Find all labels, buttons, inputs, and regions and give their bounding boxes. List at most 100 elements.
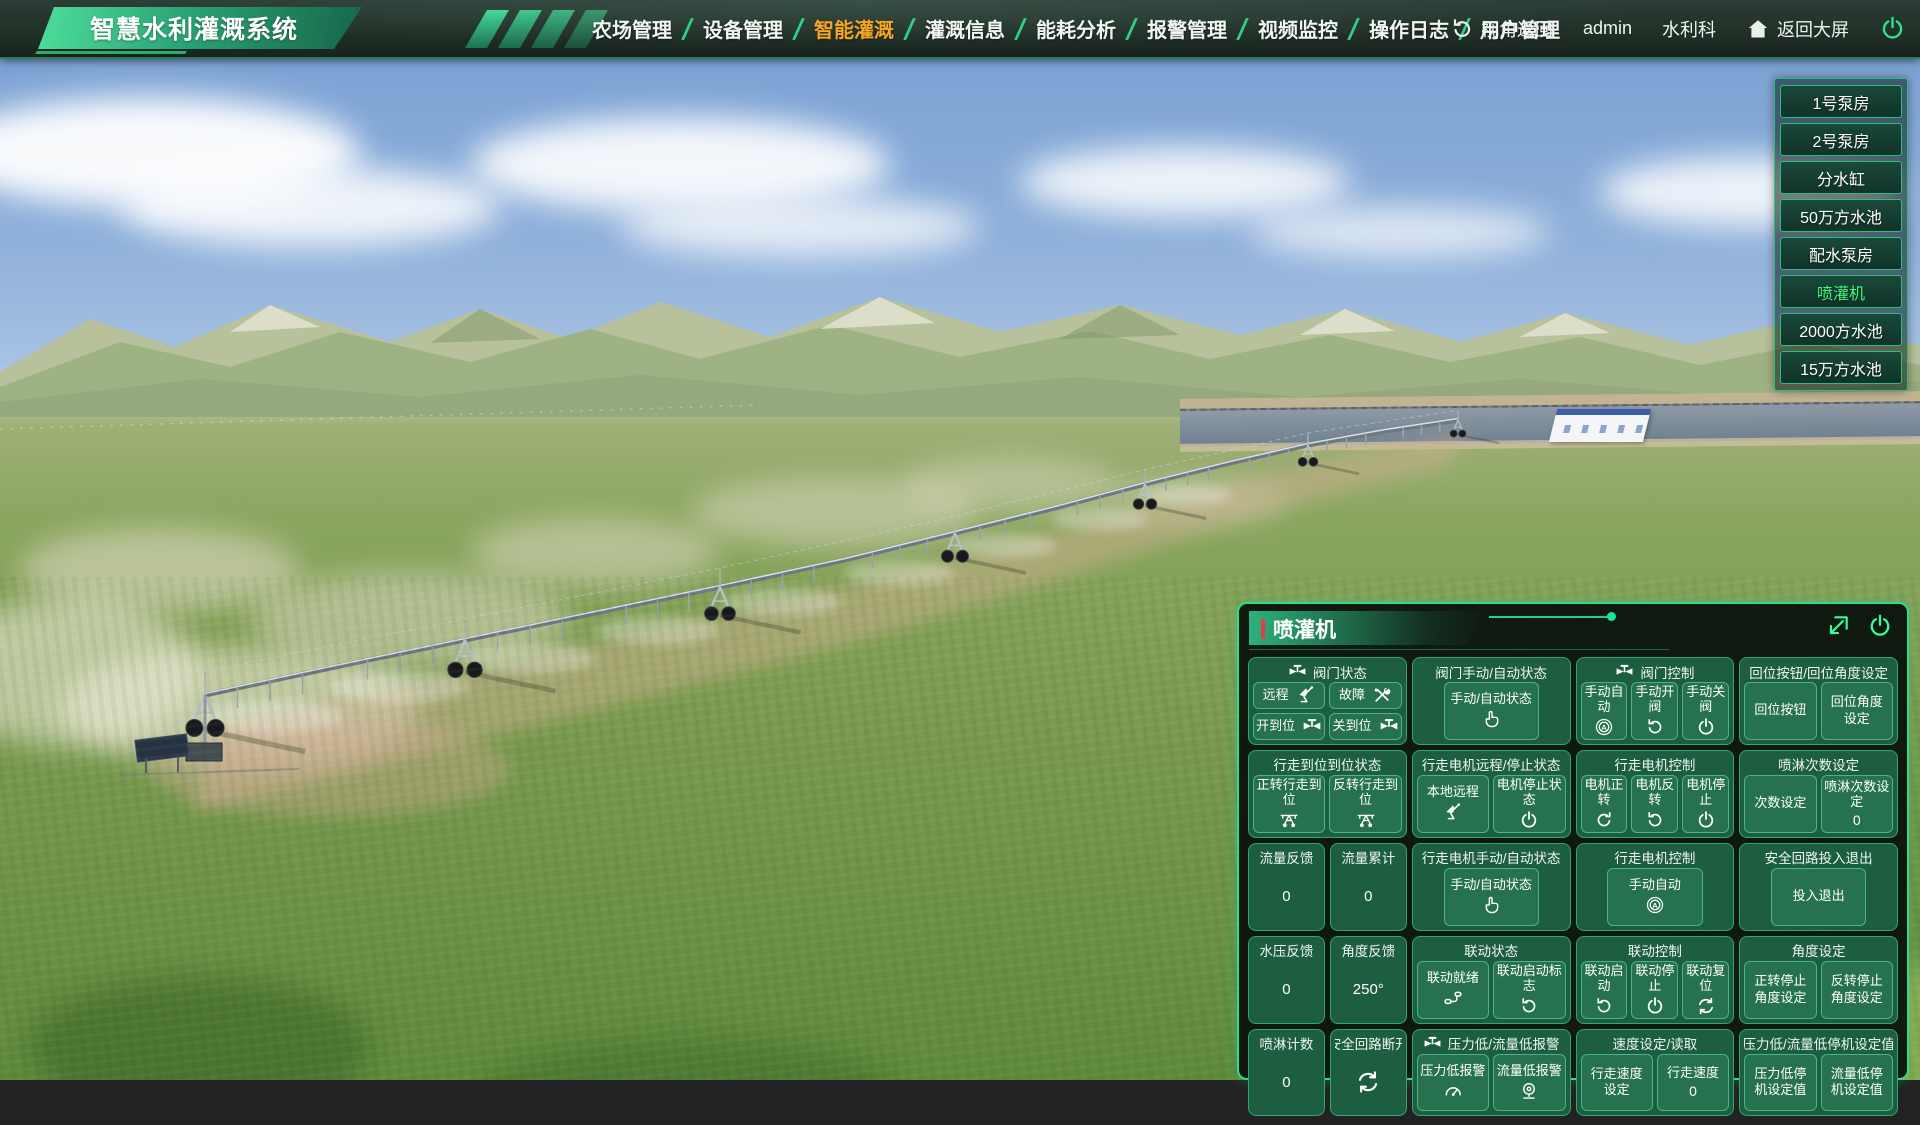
button-label: 压力低停 bbox=[1754, 1067, 1806, 1082]
minimize-panel-icon[interactable] bbox=[1825, 613, 1851, 639]
panel-button[interactable]: 次数设定 bbox=[1744, 775, 1816, 833]
button-label: 联动启动 bbox=[1584, 964, 1625, 994]
card-title: 行走电机远程/停止状态 bbox=[1422, 754, 1561, 774]
panel-button[interactable]: 流量低停机设定值 bbox=[1821, 1054, 1893, 1112]
panel-button[interactable]: 回位角度设定 bbox=[1821, 682, 1893, 740]
panel-button[interactable]: 联动复位 bbox=[1682, 961, 1729, 1019]
panel-button[interactable]: 压力低停机设定值 bbox=[1744, 1054, 1816, 1112]
card-title: 行走电机控制 bbox=[1614, 754, 1695, 774]
panel-card: 角度反馈250° bbox=[1330, 936, 1407, 1024]
panel-button[interactable]: 压力低报警 bbox=[1417, 1054, 1489, 1112]
panel-header-dot bbox=[1607, 612, 1616, 621]
panel-button[interactable]: 投入退出 bbox=[1771, 868, 1866, 926]
panel-button[interactable]: 流量低报警 bbox=[1493, 1054, 1565, 1112]
panel-button[interactable]: 远程 bbox=[1253, 682, 1325, 709]
card-title: 联动状态 bbox=[1464, 940, 1518, 960]
panel-button[interactable]: 关到位 bbox=[1329, 713, 1401, 740]
button-label: 电机正转 bbox=[1584, 778, 1625, 808]
button-label-line2: 设定 bbox=[1844, 712, 1870, 727]
power-icon[interactable] bbox=[1879, 15, 1906, 42]
panel-button[interactable]: 电机正转 bbox=[1581, 775, 1628, 833]
panel-button[interactable]: 开到位 bbox=[1253, 713, 1325, 740]
scene-button[interactable]: 1号泵房 bbox=[1780, 85, 1902, 118]
refresh-icon bbox=[1696, 996, 1716, 1016]
panel-card: 压力低/流量低停机设定值压力低停机设定值流量低停机设定值 bbox=[1739, 1029, 1898, 1117]
panel-card: 喷淋次数设定次数设定喷淋次数设定0 bbox=[1739, 750, 1898, 838]
panel-button[interactable]: 联动启动标志 bbox=[1493, 961, 1565, 1019]
panel-button[interactable]: 正转停止角度设定 bbox=[1744, 961, 1816, 1019]
panel-card: 喷淋计数0 bbox=[1248, 1029, 1325, 1117]
button-label-line2: 设定 bbox=[1604, 1083, 1630, 1098]
scene-button[interactable]: 2000方水池 bbox=[1780, 313, 1902, 346]
rotate-ccw-icon bbox=[1645, 810, 1665, 830]
satellite-icon bbox=[1296, 685, 1316, 705]
control-grid: 阀门状态远程故障开到位关到位阀门手动/自动状态手动/自动状态阀门控制手动自动A手… bbox=[1239, 650, 1907, 1125]
nav-item[interactable]: 操作日志 bbox=[1369, 14, 1449, 43]
card-title: 压力低/流量低停机设定值 bbox=[1744, 1033, 1893, 1053]
panel-button[interactable]: 电机停止 bbox=[1682, 775, 1729, 833]
panel-button[interactable]: 电机反转 bbox=[1631, 775, 1678, 833]
card-title: 角度设定 bbox=[1792, 940, 1846, 960]
scene-button[interactable]: 喷灌机 bbox=[1780, 275, 1902, 308]
nav-item[interactable]: 农场管理 bbox=[592, 14, 672, 43]
panel-button[interactable]: 正转行走到位 bbox=[1253, 775, 1325, 833]
panel-button[interactable]: 联动就绪 bbox=[1417, 961, 1489, 1019]
svg-text:A: A bbox=[1652, 901, 1658, 910]
button-label: 远程 bbox=[1263, 688, 1289, 703]
back-big-screen-button[interactable]: 返回大屏 bbox=[1746, 16, 1849, 42]
panel-header: 喷灌机 bbox=[1239, 604, 1907, 650]
scene-button[interactable]: 分水缸 bbox=[1780, 161, 1902, 194]
panel-button[interactable]: 联动停止 bbox=[1631, 961, 1678, 1019]
nav-item[interactable]: 智能灌溉 bbox=[814, 14, 894, 43]
panel-button[interactable]: 本地远程 bbox=[1417, 775, 1489, 833]
nav-separator bbox=[1347, 18, 1360, 40]
home-icon bbox=[1746, 17, 1770, 41]
panel-button[interactable]: 手动自动A bbox=[1607, 868, 1702, 926]
scene-button[interactable]: 配水泵房 bbox=[1780, 237, 1902, 270]
button-label: 手动/自动状态 bbox=[1450, 692, 1532, 707]
username[interactable]: admin bbox=[1583, 18, 1632, 39]
panel-card: 阀门状态远程故障开到位关到位 bbox=[1248, 657, 1407, 745]
rotate-ccw-icon bbox=[1594, 996, 1614, 1016]
nav-item[interactable]: 视频监控 bbox=[1258, 14, 1338, 43]
scene-button[interactable]: 2号泵房 bbox=[1780, 123, 1902, 156]
panel-button[interactable]: 手动开阀 bbox=[1631, 682, 1678, 740]
panel-button[interactable]: 反转行走到位 bbox=[1329, 775, 1401, 833]
decorative-stripes bbox=[476, 10, 597, 48]
view-return-button[interactable]: 视角返回 bbox=[1450, 16, 1553, 42]
refresh-icon bbox=[1355, 1069, 1381, 1095]
panel-button[interactable]: 电机停止状态 bbox=[1493, 775, 1565, 833]
button-label: 手动/自动状态 bbox=[1450, 878, 1532, 893]
panel-card: 联动控制联动启动联动停止联动复位 bbox=[1576, 936, 1735, 1024]
nav-separator bbox=[681, 18, 694, 40]
rotate-ccw-icon bbox=[1519, 996, 1539, 1016]
main-nav: 农场管理设备管理智能灌溉灌溉信息能耗分析报警管理视频监控操作日志用户管理 bbox=[592, 0, 1560, 57]
scene-button[interactable]: 15万方水池 bbox=[1780, 351, 1902, 384]
nav-item[interactable]: 报警管理 bbox=[1147, 14, 1227, 43]
button-label: 联动复位 bbox=[1685, 964, 1726, 994]
panel-button[interactable]: 手动关阀 bbox=[1682, 682, 1729, 740]
nav-item[interactable]: 灌溉信息 bbox=[925, 14, 1005, 43]
panel-button[interactable]: 联动启动 bbox=[1581, 961, 1628, 1019]
panel-button[interactable]: 手动/自动状态 bbox=[1444, 682, 1539, 740]
panel-card: 流量反馈0 bbox=[1248, 843, 1325, 931]
nav-item[interactable]: 能耗分析 bbox=[1036, 14, 1116, 43]
card-title: 安全回路断开 bbox=[1335, 1033, 1402, 1053]
panel-power-icon[interactable] bbox=[1867, 613, 1893, 639]
panel-button[interactable]: 反转停止角度设定 bbox=[1821, 961, 1893, 1019]
nav-item[interactable]: 设备管理 bbox=[703, 14, 783, 43]
panel-button[interactable]: 行走速度设定 bbox=[1581, 1054, 1653, 1112]
panel-button[interactable]: 故障 bbox=[1329, 682, 1401, 709]
button-label: 正转停止 bbox=[1754, 974, 1806, 989]
button-label: 正转行走到位 bbox=[1256, 778, 1322, 808]
panel-button[interactable]: 回位按钮 bbox=[1744, 682, 1816, 740]
app-title: 智慧水利灌溉系统 bbox=[38, 7, 362, 49]
auto-icon: A bbox=[1645, 895, 1665, 915]
panel-button[interactable]: 手动自动A bbox=[1581, 682, 1628, 740]
scene-button[interactable]: 50万方水池 bbox=[1780, 199, 1902, 232]
button-label: 本地远程 bbox=[1427, 785, 1479, 800]
panel-button[interactable]: 手动/自动状态 bbox=[1444, 868, 1539, 926]
hand-icon bbox=[1481, 709, 1501, 729]
button-label: 压力低报警 bbox=[1420, 1064, 1485, 1079]
panel-card: 阀门控制手动自动A手动开阀手动关阀 bbox=[1576, 657, 1735, 745]
